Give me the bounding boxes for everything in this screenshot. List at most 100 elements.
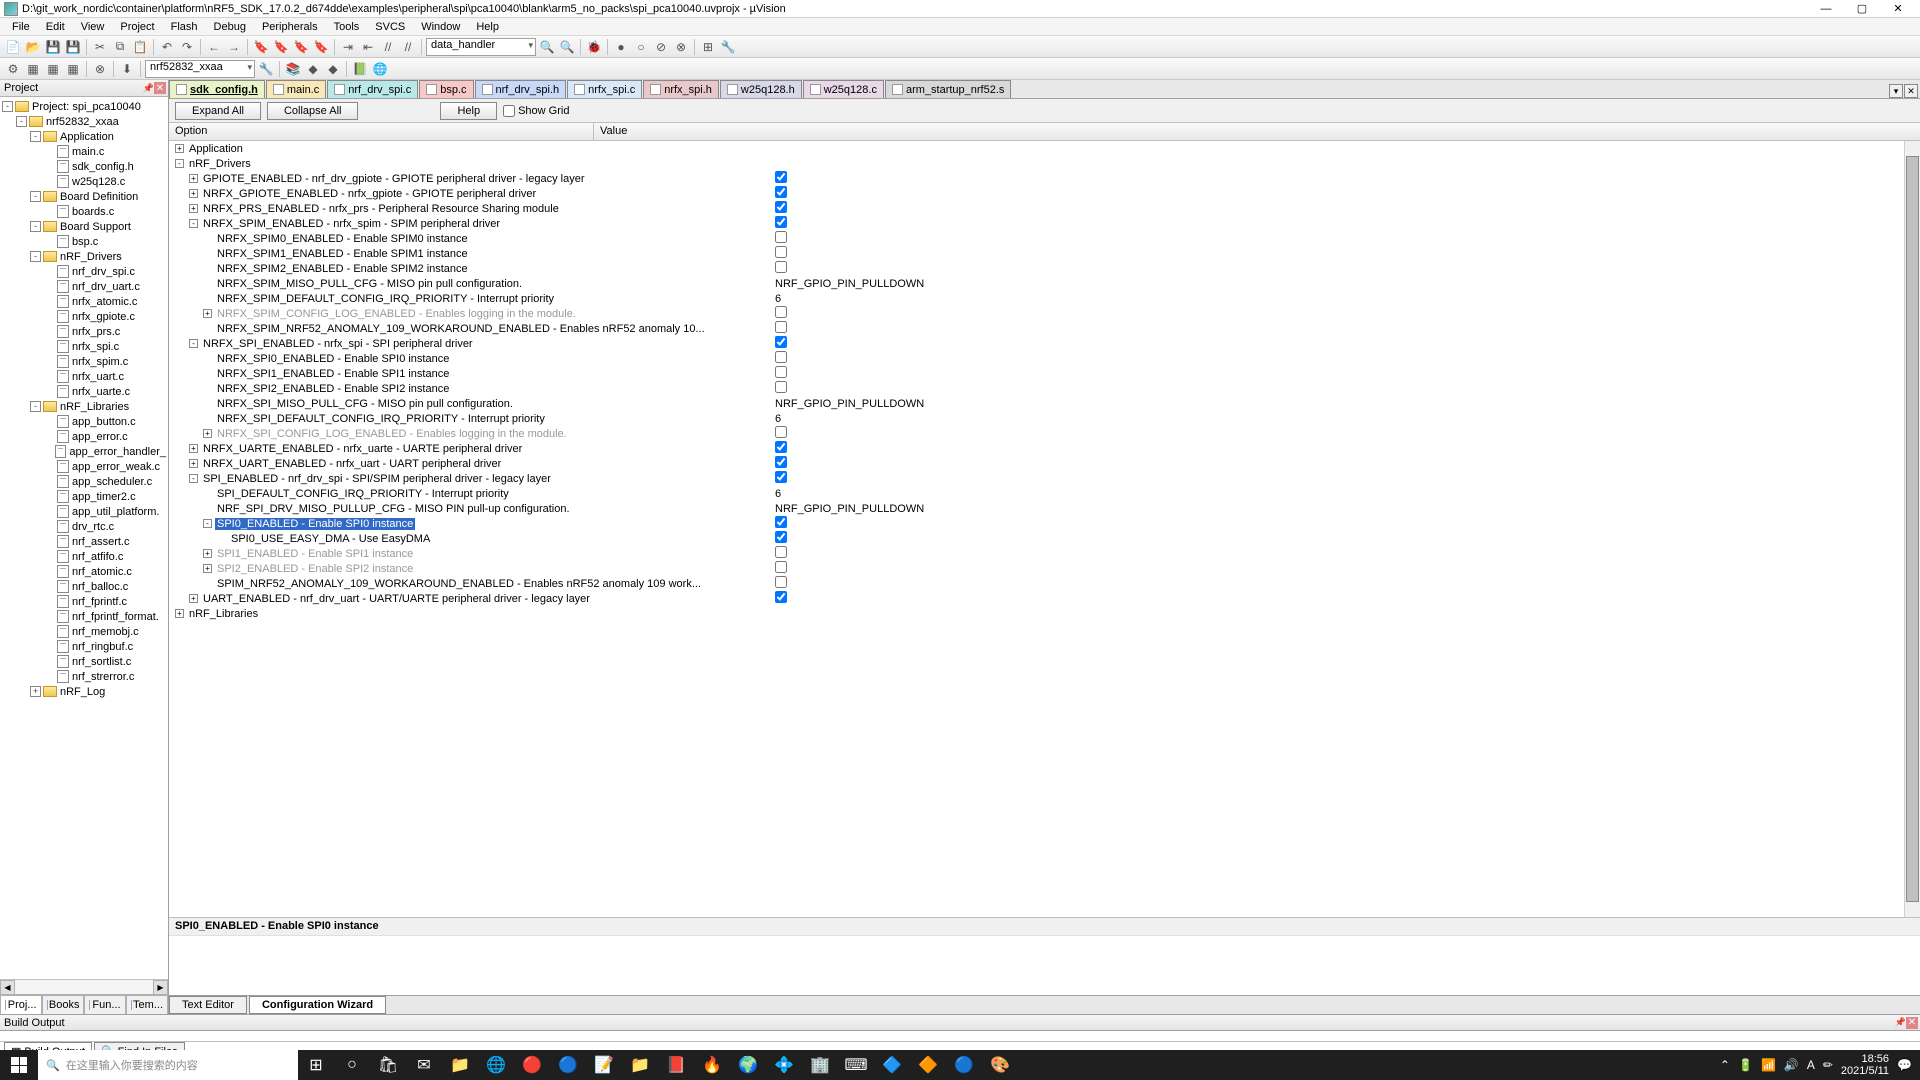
menu-help[interactable]: Help bbox=[468, 18, 507, 35]
option-row[interactable]: NRFX_SPIM_MISO_PULL_CFG - MISO pin pull … bbox=[169, 276, 1920, 291]
project-tree[interactable]: -Project: spi_pca10040-nrf52832_xxaa-App… bbox=[0, 97, 168, 979]
option-row[interactable]: NRFX_SPIM0_ENABLED - Enable SPIM0 instan… bbox=[169, 231, 1920, 246]
file-tab[interactable]: nrf_drv_spi.c bbox=[327, 80, 418, 98]
option-row[interactable]: +nRF_Libraries bbox=[169, 606, 1920, 621]
nav-back-icon[interactable]: ← bbox=[205, 38, 223, 56]
option-row[interactable]: +NRFX_SPIM_CONFIG_LOG_ENABLED - Enables … bbox=[169, 306, 1920, 321]
configure-icon[interactable]: 🔧 bbox=[719, 38, 737, 56]
option-row[interactable]: NRFX_SPI_DEFAULT_CONFIG_IRQ_PRIORITY - I… bbox=[169, 411, 1920, 426]
tab-configuration-wizard[interactable]: Configuration Wizard bbox=[249, 996, 386, 1014]
scroll-right-icon[interactable]: ▶ bbox=[153, 980, 168, 995]
option-row[interactable]: +UART_ENABLED - nrf_drv_uart - UART/UART… bbox=[169, 591, 1920, 606]
tree-item[interactable]: nrf_drv_uart.c bbox=[0, 279, 168, 294]
save-icon[interactable]: 💾 bbox=[44, 38, 62, 56]
expand-icon[interactable]: + bbox=[203, 429, 212, 438]
option-row[interactable]: +NRFX_GPIOTE_ENABLED - nrfx_gpiote - GPI… bbox=[169, 186, 1920, 201]
tree-item[interactable]: bsp.c bbox=[0, 234, 168, 249]
file-tab[interactable]: w25q128.h bbox=[720, 80, 802, 98]
tree-item[interactable]: nrf_balloc.c bbox=[0, 579, 168, 594]
menu-view[interactable]: View bbox=[73, 18, 113, 35]
file-tab[interactable]: sdk_config.h bbox=[169, 80, 265, 98]
menu-debug[interactable]: Debug bbox=[206, 18, 254, 35]
panel-tab[interactable]: Tem... bbox=[126, 995, 168, 1014]
bookmark-icon[interactable]: 🔖 bbox=[252, 38, 270, 56]
tree-item[interactable]: app_error_handler_ bbox=[0, 444, 168, 459]
option-checkbox[interactable] bbox=[775, 321, 787, 333]
tab-close-icon[interactable]: ✕ bbox=[1904, 84, 1918, 98]
tree-item[interactable]: nrfx_uart.c bbox=[0, 369, 168, 384]
option-row[interactable]: +Application bbox=[169, 141, 1920, 156]
file-tab[interactable]: nrfx_spi.h bbox=[643, 80, 719, 98]
comment-icon[interactable]: // bbox=[379, 38, 397, 56]
save-all-icon[interactable]: 💾 bbox=[64, 38, 82, 56]
menu-window[interactable]: Window bbox=[413, 18, 468, 35]
option-checkbox[interactable] bbox=[775, 471, 787, 483]
file-tab[interactable]: nrfx_spi.c bbox=[567, 80, 642, 98]
app-icon[interactable]: 🔥 bbox=[694, 1050, 730, 1080]
chrome-icon[interactable]: 🌐 bbox=[478, 1050, 514, 1080]
rebuild-icon[interactable]: ▦ bbox=[44, 60, 62, 78]
tree-item[interactable]: nrf_assert.c bbox=[0, 534, 168, 549]
app-icon[interactable]: 🏢 bbox=[802, 1050, 838, 1080]
expand-icon[interactable]: + bbox=[189, 174, 198, 183]
tree-item[interactable]: -Board Definition bbox=[0, 189, 168, 204]
option-checkbox[interactable] bbox=[775, 186, 787, 198]
option-checkbox[interactable] bbox=[775, 531, 787, 543]
folder-icon[interactable]: 📁 bbox=[622, 1050, 658, 1080]
menu-peripherals[interactable]: Peripherals bbox=[254, 18, 326, 35]
pin-icon[interactable]: 📌 bbox=[1895, 1017, 1906, 1028]
vertical-scrollbar[interactable] bbox=[1904, 141, 1920, 917]
tree-item[interactable]: nrfx_uarte.c bbox=[0, 384, 168, 399]
tree-item[interactable]: app_util_platform. bbox=[0, 504, 168, 519]
option-row[interactable]: +SPI2_ENABLED - Enable SPI2 instance bbox=[169, 561, 1920, 576]
tree-item[interactable]: app_error_weak.c bbox=[0, 459, 168, 474]
expand-icon[interactable]: - bbox=[30, 251, 41, 262]
show-grid-input[interactable] bbox=[503, 105, 515, 117]
indent-icon[interactable]: ⇥ bbox=[339, 38, 357, 56]
option-checkbox[interactable] bbox=[775, 246, 787, 258]
find-combo[interactable]: data_handler bbox=[426, 38, 536, 56]
file-tab[interactable]: bsp.c bbox=[419, 80, 473, 98]
tree-item[interactable]: app_timer2.c bbox=[0, 489, 168, 504]
new-file-icon[interactable]: 📄 bbox=[4, 38, 22, 56]
expand-icon[interactable]: - bbox=[2, 101, 13, 112]
nav-fwd-icon[interactable]: → bbox=[225, 38, 243, 56]
option-row[interactable]: NRFX_SPI0_ENABLED - Enable SPI0 instance bbox=[169, 351, 1920, 366]
expand-icon[interactable]: - bbox=[189, 474, 198, 483]
option-checkbox[interactable] bbox=[775, 306, 787, 318]
redo-icon[interactable]: ↷ bbox=[178, 38, 196, 56]
option-row[interactable]: +NRFX_UART_ENABLED - nrfx_uart - UART pe… bbox=[169, 456, 1920, 471]
target-opts-icon[interactable]: 🔧 bbox=[257, 60, 275, 78]
paint-icon[interactable]: 🎨 bbox=[982, 1050, 1018, 1080]
option-checkbox[interactable] bbox=[775, 231, 787, 243]
panel-close-icon[interactable]: ✕ bbox=[154, 82, 166, 94]
option-row[interactable]: -NRFX_SPI_ENABLED - nrfx_spi - SPI perip… bbox=[169, 336, 1920, 351]
breakpoint-kill-icon[interactable]: ⊗ bbox=[672, 38, 690, 56]
manage-icon[interactable]: 📚 bbox=[284, 60, 302, 78]
taskbar-clock[interactable]: 18:56 2021/5/11 bbox=[1841, 1053, 1889, 1077]
option-checkbox[interactable] bbox=[775, 516, 787, 528]
bookmark-next-icon[interactable]: 🔖 bbox=[292, 38, 310, 56]
mail-icon[interactable]: ✉ bbox=[406, 1050, 442, 1080]
tree-item[interactable]: main.c bbox=[0, 144, 168, 159]
file-tab[interactable]: arm_startup_nrf52.s bbox=[885, 80, 1011, 98]
tree-item[interactable]: nrfx_prs.c bbox=[0, 324, 168, 339]
menu-file[interactable]: File bbox=[4, 18, 38, 35]
file-tab[interactable]: w25q128.c bbox=[803, 80, 884, 98]
option-checkbox[interactable] bbox=[775, 591, 787, 603]
expand-icon[interactable]: - bbox=[189, 219, 198, 228]
cortana-icon[interactable]: ○ bbox=[334, 1050, 370, 1080]
option-value[interactable]: 6 bbox=[775, 413, 781, 425]
breakpoint-insert-icon[interactable]: ● bbox=[612, 38, 630, 56]
options-tree[interactable]: +Application-nRF_Drivers+GPIOTE_ENABLED … bbox=[169, 141, 1920, 917]
expand-icon[interactable]: + bbox=[189, 189, 198, 198]
undo-icon[interactable]: ↶ bbox=[158, 38, 176, 56]
menu-edit[interactable]: Edit bbox=[38, 18, 73, 35]
build-icon[interactable]: ▦ bbox=[24, 60, 42, 78]
expand-icon[interactable]: - bbox=[16, 116, 27, 127]
app-icon[interactable]: 📝 bbox=[586, 1050, 622, 1080]
tree-item[interactable]: nrfx_gpiote.c bbox=[0, 309, 168, 324]
option-checkbox[interactable] bbox=[775, 546, 787, 558]
bookmark-prev-icon[interactable]: 🔖 bbox=[272, 38, 290, 56]
option-checkbox[interactable] bbox=[775, 456, 787, 468]
